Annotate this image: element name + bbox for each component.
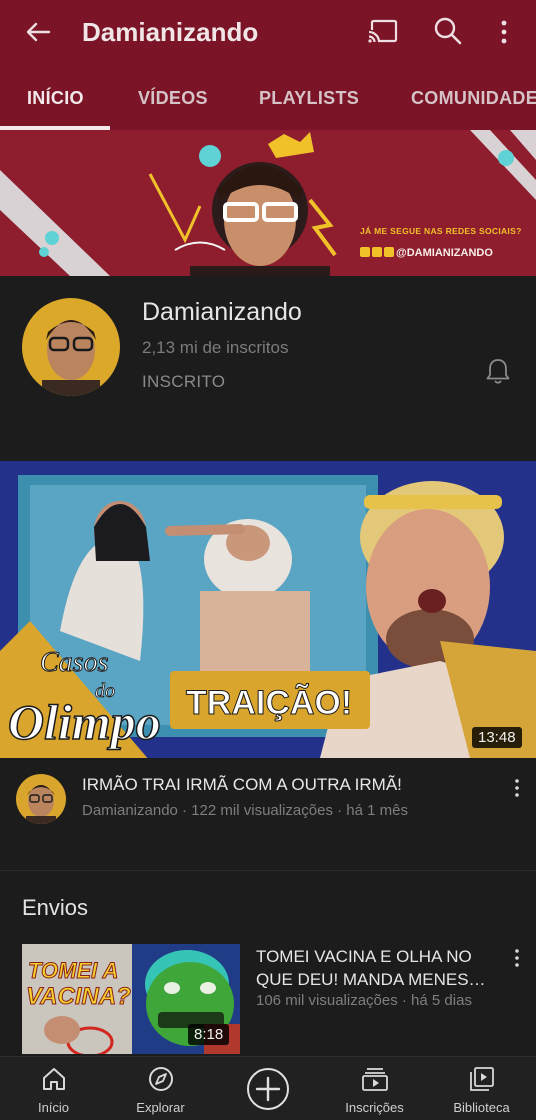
avatar-image [42,320,100,396]
tab-videos[interactable]: VÍDEOS [138,88,208,109]
tab-inicio[interactable]: INÍCIO [27,88,84,109]
nav-explorar-label: Explorar [136,1100,185,1115]
upload-duration: 8:18 [188,1024,230,1045]
featured-video-meta: Damianizando · 122 mil visualizações · h… [82,802,408,819]
featured-channel-avatar[interactable] [16,774,66,824]
channel-banner: JÁ ME SEGUE NAS REDES SOCIAIS? @DAMIANIZ… [0,130,536,276]
svg-text:TRAIÇÃO!: TRAIÇÃO! [186,684,352,722]
svg-text:VACINA?: VACINA? [26,983,131,1010]
channel-tabs: INÍCIO VÍDEOS PLAYLISTS COMUNIDADE [0,64,536,130]
create-plus-icon [246,1068,289,1110]
subscribed-button[interactable]: INSCRITO [142,372,225,392]
channel-title: Damianizando [82,17,259,47]
upload-video-thumbnail[interactable]: TOMEI A VACINA? 8:18 [22,944,240,1054]
upload-title-line-2: QUE DEU! MANDA MENES… [256,970,486,989]
featured-thumbnail-art: Casos do Olimpo TRAIÇÃO! [0,461,536,758]
svg-text:Casos: Casos [40,647,109,678]
nav-explorar[interactable]: Explorar [107,1057,214,1120]
nav-inicio[interactable]: Início [0,1057,107,1120]
compass-icon [148,1067,173,1091]
nav-inicio-label: Início [37,1100,70,1115]
tab-playlists[interactable]: PLAYLISTS [259,88,359,109]
subscriptions-icon [361,1068,388,1091]
back-arrow-icon[interactable] [22,16,54,48]
nav-biblioteca[interactable]: Biblioteca [428,1057,535,1120]
cast-icon[interactable] [366,18,398,46]
app-bar: Damianizando [0,0,536,64]
bottom-navigation: Início Explorar Inscrições Biblioteca [0,1056,536,1120]
more-vert-icon[interactable] [494,18,514,46]
banner-prompt: JÁ ME SEGUE NAS REDES SOCIAIS? [360,226,522,236]
featured-duration: 13:48 [472,727,522,748]
tab-comunidade[interactable]: COMUNIDADE [411,88,536,109]
nav-biblioteca-label: Biblioteca [453,1100,510,1115]
svg-text:Olimpo: Olimpo [8,694,161,750]
section-divider [0,870,536,871]
upload-more-icon[interactable] [512,948,522,968]
social-icons [360,247,396,259]
nav-inscricoes-label: Inscrições [345,1100,404,1115]
subscriber-count: 2,13 mi de inscritos [142,338,289,357]
featured-video-title[interactable]: IRMÃO TRAI IRMÃ COM A OUTRA IRMÃ! [82,775,402,795]
upload-title-line-1: TOMEI VACINA E OLHA NO [256,947,472,966]
featured-video-thumbnail[interactable]: Casos do Olimpo TRAIÇÃO! 13:48 [0,461,536,758]
nav-create[interactable] [214,1057,321,1120]
featured-avatar-image [26,785,56,824]
upload-video-meta: 106 mil visualizações · há 5 dias [256,992,472,1009]
uploads-section-title: Envios [22,895,89,920]
channel-avatar[interactable] [22,298,120,396]
svg-text:TOMEI A: TOMEI A [28,958,118,983]
upload-video-title[interactable]: TOMEI VACINA E OLHA NO QUE DEU! MANDA ME… [256,945,506,991]
notification-bell-icon[interactable] [483,356,513,386]
featured-more-icon[interactable] [512,778,522,798]
nav-inscricoes[interactable]: Inscrições [321,1057,428,1120]
banner-handle-text: @DAMIANIZANDO [396,247,493,259]
library-icon [469,1067,494,1091]
home-icon [42,1068,65,1090]
banner-handle: @DAMIANIZANDO [360,247,493,259]
search-icon[interactable] [433,16,463,46]
channel-name: Damianizando [142,298,302,326]
